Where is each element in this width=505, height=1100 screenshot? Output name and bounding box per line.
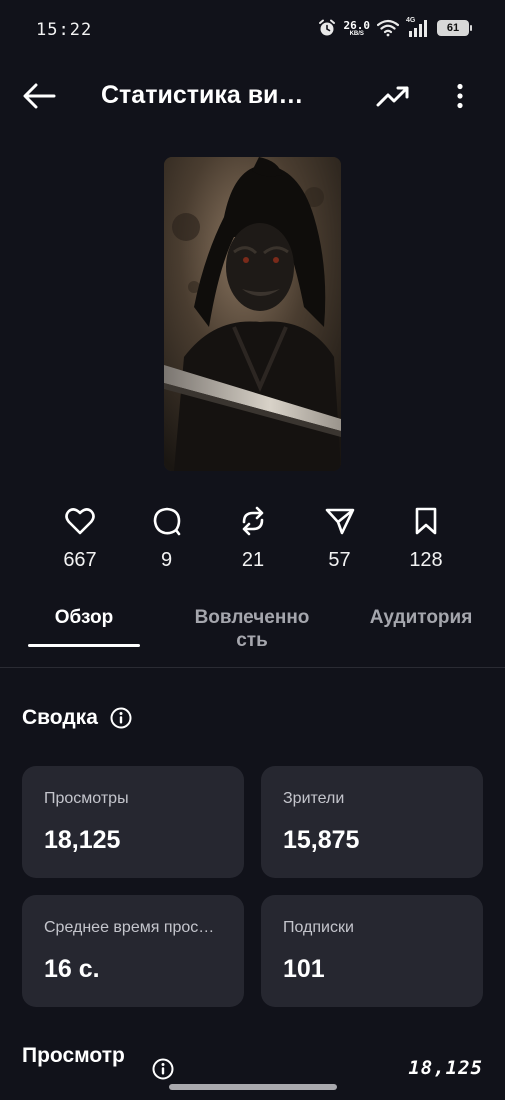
card-value: 15,875 bbox=[283, 826, 360, 854]
video-stats-screen: 15:22 26.0 KB/S 4G 61 Статистика ви… 667… bbox=[0, 0, 505, 1100]
card-value: 101 bbox=[283, 955, 325, 983]
summary-header: Сводка bbox=[22, 706, 132, 730]
bookmark-icon bbox=[410, 505, 442, 537]
likes-stat: 667 bbox=[37, 505, 123, 572]
engagement-stats: 667 9 21 57 128 bbox=[37, 505, 469, 572]
tab-engagement-label: Вовлеченно сть bbox=[194, 607, 310, 651]
card-label: Среднее время прос… bbox=[44, 919, 215, 936]
active-tab-indicator bbox=[28, 644, 140, 647]
tab-overview[interactable]: Обзор bbox=[28, 606, 140, 629]
battery-icon: 61 bbox=[437, 20, 472, 36]
views-card: Просмотры 18,125 bbox=[22, 766, 244, 878]
summary-title: Сводка bbox=[22, 706, 98, 729]
alarm-icon bbox=[317, 18, 337, 38]
video-thumbnail[interactable] bbox=[164, 157, 341, 471]
page-title: Статистика ви… bbox=[101, 81, 304, 109]
top-bar: Статистика ви… bbox=[0, 64, 505, 128]
info-icon[interactable] bbox=[110, 707, 132, 729]
tab-audience[interactable]: Аудитория bbox=[360, 606, 482, 629]
shares-stat: 57 bbox=[297, 505, 383, 572]
trending-up-icon bbox=[376, 86, 409, 107]
status-time: 15:22 bbox=[36, 20, 93, 40]
net-speed: 26.0 KB/S bbox=[343, 18, 371, 37]
bookmarks-stat: 128 bbox=[383, 505, 469, 572]
follows-card: Подписки 101 bbox=[261, 895, 483, 1007]
more-options-button[interactable] bbox=[440, 78, 480, 114]
card-value: 16 с. bbox=[44, 955, 100, 983]
comment-icon bbox=[151, 505, 183, 537]
repost-icon bbox=[237, 505, 269, 537]
card-label: Просмотры bbox=[44, 790, 129, 807]
trends-button[interactable] bbox=[372, 78, 414, 114]
more-vertical-icon bbox=[457, 83, 463, 109]
status-bar: 15:22 26.0 KB/S 4G 61 bbox=[0, 0, 505, 64]
card-value: 18,125 bbox=[44, 826, 121, 854]
card-label: Зрители bbox=[283, 790, 345, 807]
card-label: Подписки bbox=[283, 919, 354, 936]
heart-icon bbox=[64, 505, 96, 537]
reposts-stat: 21 bbox=[210, 505, 296, 572]
signal-icon: 4G bbox=[406, 17, 430, 38]
stats-tabs: Обзор Вовлеченно сть Аудитория bbox=[0, 598, 505, 668]
arrow-left-icon bbox=[23, 83, 56, 109]
share-icon bbox=[324, 505, 356, 537]
comments-stat: 9 bbox=[124, 505, 210, 572]
views-total: 18,125 bbox=[408, 1057, 483, 1079]
viewers-card: Зрители 15,875 bbox=[261, 766, 483, 878]
info-icon[interactable] bbox=[152, 1058, 174, 1080]
views-section-title: Просмотр bbox=[22, 1044, 125, 1067]
wifi-icon bbox=[377, 19, 399, 37]
back-button[interactable] bbox=[18, 78, 60, 114]
avg-watch-time-card: Среднее время прос… 16 с. bbox=[22, 895, 244, 1007]
status-icons: 26.0 KB/S 4G 61 bbox=[317, 17, 472, 38]
tab-engagement[interactable]: Вовлеченно сть bbox=[184, 606, 320, 652]
home-indicator[interactable] bbox=[169, 1084, 337, 1090]
